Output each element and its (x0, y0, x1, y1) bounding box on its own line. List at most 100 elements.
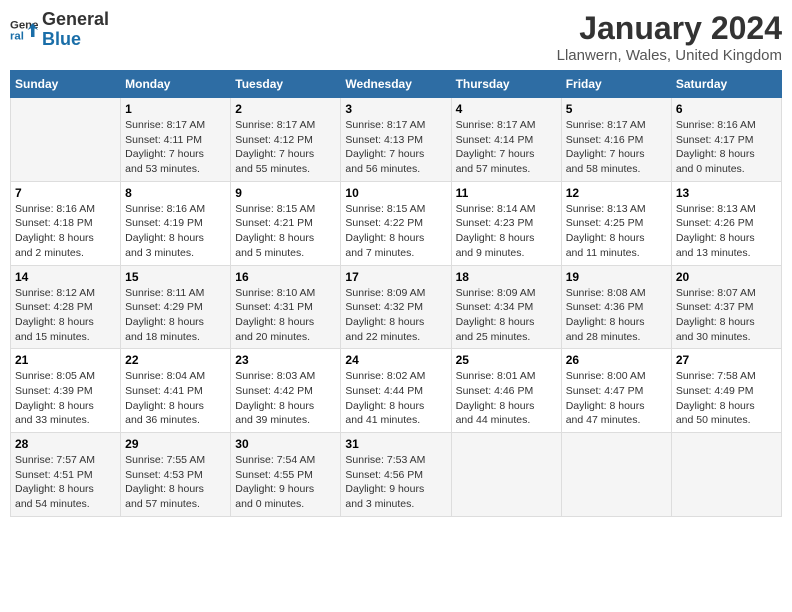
sunset-text: Sunset: 4:34 PM (456, 300, 557, 315)
sunset-text: Sunset: 4:14 PM (456, 133, 557, 148)
day-cell: 14 Sunrise: 8:12 AMSunset: 4:28 PMDayligh… (11, 265, 121, 349)
day-cell: 6Sunrise: 8:16 AMSunset: 4:17 PMDaylight… (671, 98, 781, 182)
day-number: 29 (125, 437, 226, 451)
day-number: 22 (125, 353, 226, 367)
calendar-header-row: SundayMondayTuesdayWednesdayThursdayFrid… (11, 71, 782, 98)
daylight-line1: Daylight: 8 hours (345, 315, 446, 330)
header-tuesday: Tuesday (231, 71, 341, 98)
daylight-line2: and 5 minutes. (235, 246, 336, 261)
day-info: Sunrise: 8:08 AMSunset: 4:36 PMDaylight:… (566, 286, 667, 345)
day-number: 23 (235, 353, 336, 367)
sunrise-text: Sunrise: 8:04 AM (125, 369, 226, 384)
sunset-text: Sunset: 4:46 PM (456, 384, 557, 399)
day-cell: 13Sunrise: 8:13 AMSunset: 4:26 PMDayligh… (671, 181, 781, 265)
daylight-line1: Daylight: 9 hours (235, 482, 336, 497)
daylight-line1: Daylight: 8 hours (566, 231, 667, 246)
day-cell: 30 Sunrise: 7:54 AMSunset: 4:55 PMDayligh… (231, 433, 341, 517)
daylight-line2: and 28 minutes. (566, 330, 667, 345)
daylight-line1: Daylight: 7 hours (566, 147, 667, 162)
sunrise-text: Sunrise: 7:58 AM (676, 369, 777, 384)
daylight-line2: and 44 minutes. (456, 413, 557, 428)
sunrise-text: Sunrise: 8:10 AM (235, 286, 336, 301)
day-number: 15 (125, 270, 226, 284)
daylight-line2: and 25 minutes. (456, 330, 557, 345)
daylight-line1: Daylight: 8 hours (345, 231, 446, 246)
daylight-line2: and 20 minutes. (235, 330, 336, 345)
sunset-text: Sunset: 4:17 PM (676, 133, 777, 148)
sunrise-text: Sunrise: 8:11 AM (125, 286, 226, 301)
header: Gene ral General Blue January 2024 Llanw… (10, 10, 782, 64)
day-cell: 1 Sunrise: 8:17 AMSunset: 4:11 PMDaylight… (121, 98, 231, 182)
sunset-text: Sunset: 4:37 PM (676, 300, 777, 315)
sunrise-text: Sunrise: 8:07 AM (676, 286, 777, 301)
daylight-line2: and 2 minutes. (15, 246, 116, 261)
day-cell (671, 433, 781, 517)
sunrise-text: Sunrise: 8:16 AM (125, 202, 226, 217)
daylight-line1: Daylight: 7 hours (235, 147, 336, 162)
day-cell: 24Sunrise: 8:02 AMSunset: 4:44 PMDayligh… (341, 349, 451, 433)
sunset-text: Sunset: 4:28 PM (15, 300, 116, 315)
sunrise-text: Sunrise: 8:14 AM (456, 202, 557, 217)
day-cell: 31Sunrise: 7:53 AMSunset: 4:56 PMDayligh… (341, 433, 451, 517)
title-area: January 2024 Llanwern, Wales, United Kin… (557, 10, 782, 64)
day-info: Sunrise: 8:13 AMSunset: 4:25 PMDaylight:… (566, 202, 667, 261)
sunset-text: Sunset: 4:47 PM (566, 384, 667, 399)
day-info: Sunrise: 8:14 AMSunset: 4:23 PMDaylight:… (456, 202, 557, 261)
daylight-line1: Daylight: 8 hours (676, 147, 777, 162)
sunset-text: Sunset: 4:26 PM (676, 216, 777, 231)
day-cell: 4Sunrise: 8:17 AMSunset: 4:14 PMDaylight… (451, 98, 561, 182)
daylight-line1: Daylight: 8 hours (125, 231, 226, 246)
day-info: Sunrise: 7:54 AMSunset: 4:55 PMDaylight:… (235, 453, 336, 512)
day-info: Sunrise: 8:17 AMSunset: 4:11 PMDaylight:… (125, 118, 226, 177)
day-cell: 10Sunrise: 8:15 AMSunset: 4:22 PMDayligh… (341, 181, 451, 265)
sunrise-text: Sunrise: 8:17 AM (125, 118, 226, 133)
day-number: 10 (345, 186, 446, 200)
logo-text: General Blue (42, 10, 109, 50)
day-cell (561, 433, 671, 517)
week-row-5: 28Sunrise: 7:57 AMSunset: 4:51 PMDayligh… (11, 433, 782, 517)
day-info: Sunrise: 8:17 AMSunset: 4:14 PMDaylight:… (456, 118, 557, 177)
daylight-line2: and 54 minutes. (15, 497, 116, 512)
day-info: Sunrise: 8:16 AMSunset: 4:19 PMDaylight:… (125, 202, 226, 261)
day-number: 30 (235, 437, 336, 451)
sunrise-text: Sunrise: 8:09 AM (345, 286, 446, 301)
day-cell: 22Sunrise: 8:04 AMSunset: 4:41 PMDayligh… (121, 349, 231, 433)
sunset-text: Sunset: 4:29 PM (125, 300, 226, 315)
day-number: 14 (15, 270, 116, 284)
day-info: Sunrise: 8:01 AMSunset: 4:46 PMDaylight:… (456, 369, 557, 428)
daylight-line1: Daylight: 8 hours (235, 231, 336, 246)
daylight-line2: and 0 minutes. (235, 497, 336, 512)
day-number: 25 (456, 353, 557, 367)
day-cell: 12Sunrise: 8:13 AMSunset: 4:25 PMDayligh… (561, 181, 671, 265)
day-cell: 18Sunrise: 8:09 AMSunset: 4:34 PMDayligh… (451, 265, 561, 349)
sunrise-text: Sunrise: 8:17 AM (345, 118, 446, 133)
daylight-line2: and 36 minutes. (125, 413, 226, 428)
day-info: Sunrise: 7:55 AMSunset: 4:53 PMDaylight:… (125, 453, 226, 512)
daylight-line1: Daylight: 8 hours (15, 399, 116, 414)
day-cell: 28Sunrise: 7:57 AMSunset: 4:51 PMDayligh… (11, 433, 121, 517)
sunrise-text: Sunrise: 7:54 AM (235, 453, 336, 468)
daylight-line2: and 15 minutes. (15, 330, 116, 345)
day-number: 27 (676, 353, 777, 367)
sunset-text: Sunset: 4:44 PM (345, 384, 446, 399)
daylight-line1: Daylight: 8 hours (15, 315, 116, 330)
daylight-line2: and 39 minutes. (235, 413, 336, 428)
week-row-4: 21Sunrise: 8:05 AMSunset: 4:39 PMDayligh… (11, 349, 782, 433)
sunrise-text: Sunrise: 8:15 AM (345, 202, 446, 217)
day-info: Sunrise: 8:13 AMSunset: 4:26 PMDaylight:… (676, 202, 777, 261)
week-row-1: 1 Sunrise: 8:17 AMSunset: 4:11 PMDaylight… (11, 98, 782, 182)
sunrise-text: Sunrise: 8:08 AM (566, 286, 667, 301)
daylight-line1: Daylight: 8 hours (676, 315, 777, 330)
daylight-line1: Daylight: 8 hours (676, 231, 777, 246)
sunset-text: Sunset: 4:31 PM (235, 300, 336, 315)
day-number: 1 (125, 102, 226, 116)
week-row-2: 7Sunrise: 8:16 AMSunset: 4:18 PMDaylight… (11, 181, 782, 265)
daylight-line2: and 57 minutes. (125, 497, 226, 512)
sunrise-text: Sunrise: 8:03 AM (235, 369, 336, 384)
day-info: Sunrise: 7:57 AMSunset: 4:51 PMDaylight:… (15, 453, 116, 512)
sunrise-text: Sunrise: 8:12 AM (15, 286, 116, 301)
sunset-text: Sunset: 4:32 PM (345, 300, 446, 315)
sunset-text: Sunset: 4:39 PM (15, 384, 116, 399)
day-cell (451, 433, 561, 517)
day-number: 5 (566, 102, 667, 116)
